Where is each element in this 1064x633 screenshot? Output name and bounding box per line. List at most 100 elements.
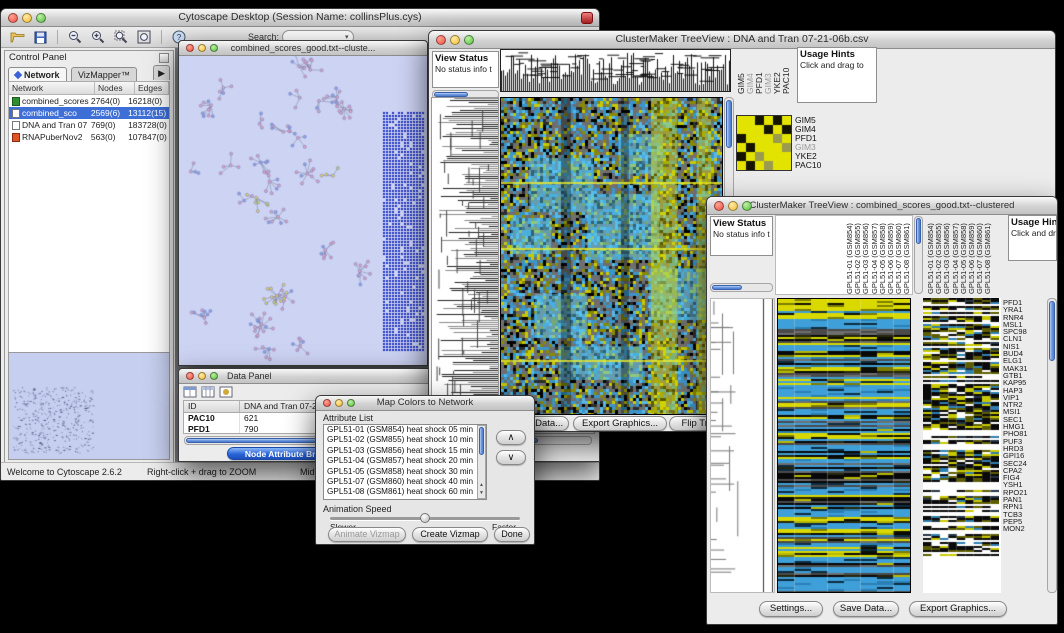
row-dendrogram-canvas[interactable] — [711, 299, 774, 592]
treeview2-vscroll[interactable] — [1047, 298, 1057, 593]
minimize-button[interactable] — [22, 13, 32, 23]
done-button[interactable]: Done — [494, 527, 530, 542]
matrix-col-label[interactable]: PAC10 — [781, 47, 790, 94]
animate-vizmap-button[interactable]: Animate Vizmap — [328, 527, 406, 542]
attribute-list-item[interactable]: GPL51-03 (GSM856) heat shock 15 min — [324, 446, 486, 456]
column-dendrogram[interactable] — [500, 49, 731, 92]
gene-label[interactable]: MSI1 — [1003, 408, 1045, 415]
overview-thumbnail-canvas[interactable] — [9, 353, 170, 459]
col-id[interactable]: ID — [184, 401, 240, 412]
gene-label[interactable]: HAP3 — [1003, 387, 1045, 394]
attribute-list-item[interactable]: GPL51-01 (GSM854) heat shock 05 min — [324, 425, 486, 435]
attribute-list-item[interactable]: GPL51-04 (GSM857) heat shock 20 min — [324, 456, 486, 466]
correlation-matrix[interactable] — [736, 115, 792, 171]
col-edges[interactable]: Edges — [135, 82, 169, 94]
heatmap-canvas[interactable] — [501, 98, 722, 414]
network-row-2-selected[interactable]: combined_sco 2569(6) 13112(15) — [9, 107, 169, 119]
array-column-label[interactable]: GPL51-03 (GSM856) — [942, 216, 950, 294]
col-nodes[interactable]: Nodes — [95, 82, 135, 94]
close-button[interactable] — [323, 399, 331, 407]
attribute-table-icon[interactable] — [183, 386, 197, 398]
column-dendrogram-canvas[interactable] — [501, 50, 730, 91]
gene-label[interactable]: RNR4 — [1003, 314, 1045, 321]
treeview2-mini-hscroll[interactable] — [710, 283, 773, 292]
zoom-selected-icon[interactable] — [111, 29, 131, 46]
animation-speed-slider[interactable] — [330, 517, 520, 520]
select-attributes-icon[interactable] — [201, 386, 215, 398]
selected-heatmap-canvas[interactable] — [923, 298, 999, 591]
gene-label[interactable]: PAN1 — [1003, 496, 1045, 503]
gene-label[interactable]: VIP1 — [1003, 394, 1045, 401]
gene-label[interactable]: BUD4 — [1003, 350, 1045, 357]
array-column-label[interactable]: GPL51-01 (GSM854) — [926, 216, 934, 294]
tab-overflow-button[interactable]: ▶ — [153, 65, 170, 80]
gene-label[interactable]: PUF3 — [1003, 438, 1045, 445]
col-network[interactable]: Network — [9, 82, 95, 94]
zoom-button[interactable] — [347, 399, 355, 407]
gene-label[interactable]: YRA1 — [1003, 306, 1045, 313]
array-column-label[interactable]: GPL51-04 (GSM857) — [870, 216, 878, 294]
move-up-button[interactable]: ∧ — [496, 430, 526, 445]
gene-label[interactable]: FIG4 — [1003, 474, 1045, 481]
close-button[interactable] — [186, 372, 194, 380]
close-button[interactable] — [186, 44, 194, 52]
gene-label[interactable]: PHO81 — [1003, 430, 1045, 437]
zoom-in-icon[interactable] — [88, 29, 108, 46]
gene-label[interactable]: MAK31 — [1003, 365, 1045, 372]
matrix-col-label[interactable]: GIM5 — [736, 47, 745, 94]
zoom-fit-icon[interactable] — [134, 29, 154, 46]
vscroll-thumb[interactable] — [726, 100, 732, 148]
tv2-save-data-button[interactable]: Save Data... — [833, 601, 899, 617]
network-overview-panel[interactable] — [8, 352, 170, 460]
matrix-col-label[interactable]: GIM3 — [763, 47, 772, 94]
matrix-col-label[interactable]: YKE2 — [772, 47, 781, 94]
gene-label[interactable]: GTB1 — [1003, 372, 1045, 379]
minimize-button[interactable] — [335, 399, 343, 407]
attribute-list-item[interactable]: GPL51-02 (GSM855) heat shock 10 min — [324, 435, 486, 445]
gene-label[interactable]: RPO21 — [1003, 489, 1045, 496]
gene-label[interactable]: CLN1 — [1003, 335, 1045, 342]
zoom-button[interactable] — [210, 372, 218, 380]
gene-label[interactable]: SPC98 — [1003, 328, 1045, 335]
row-dendrogram[interactable] — [431, 97, 499, 415]
gene-label[interactable]: SEC1 — [1003, 416, 1045, 423]
network-row-4[interactable]: RNAPuberNov2 563(0) 107847(0) — [9, 131, 169, 143]
attribute-list-vscroll[interactable]: ▲ ▼ — [477, 425, 486, 499]
main-titlebar[interactable]: Cytoscape Desktop (Session Name: collins… — [1, 9, 599, 27]
network-graph-canvas[interactable] — [179, 56, 427, 365]
gene-label[interactable]: MSL1 — [1003, 321, 1045, 328]
scroll-down-arrow[interactable]: ▼ — [478, 490, 485, 498]
tv2-settings-button[interactable]: Settings... — [759, 601, 823, 617]
close-button[interactable] — [714, 201, 724, 211]
array-column-label[interactable]: GPL51-05 (GSM858) — [878, 216, 886, 294]
array-column-label[interactable]: GPL51-06 (GSM859) — [967, 216, 975, 294]
gene-label[interactable]: HRD3 — [1003, 445, 1045, 452]
heatmap-main[interactable] — [500, 97, 723, 415]
gene-label[interactable]: PFD1 — [1003, 299, 1045, 306]
array-column-label[interactable]: GPL51-06 (GSM859) — [886, 216, 894, 294]
array-column-label[interactable]: GPL51-03 (GSM856) — [861, 216, 869, 294]
array-column-label[interactable]: GPL51-08 (GSM861) — [983, 216, 991, 294]
gene-label[interactable]: SEC24 — [1003, 460, 1045, 467]
vscroll-thumb[interactable] — [479, 427, 484, 455]
row-dendrogram[interactable] — [710, 298, 775, 593]
slider-thumb[interactable] — [420, 513, 430, 523]
move-down-button[interactable]: ∨ — [496, 450, 526, 465]
gene-label[interactable]: TCB3 — [1003, 511, 1045, 518]
heatmap-main[interactable] — [777, 298, 911, 593]
vscroll-thumb[interactable] — [1049, 301, 1055, 361]
gene-label[interactable]: NTR2 — [1003, 401, 1045, 408]
zoom-button[interactable] — [464, 35, 474, 45]
create-vizmap-button[interactable]: Create Vizmap — [412, 527, 488, 542]
row-dendrogram-canvas[interactable] — [432, 98, 498, 414]
matrix-col-label[interactable]: PFD1 — [754, 47, 763, 94]
function-builder-icon[interactable] — [219, 386, 233, 398]
correlation-matrix-canvas[interactable] — [737, 116, 791, 170]
gene-label[interactable]: NIS1 — [1003, 343, 1045, 350]
vscroll-thumb[interactable] — [916, 218, 921, 244]
array-column-label[interactable]: GPL51-04 (GSM857) — [951, 216, 959, 294]
tv1-export-graphics-button[interactable]: Export Graphics... — [573, 416, 667, 431]
gene-label[interactable]: PEP5 — [1003, 518, 1045, 525]
gene-label[interactable]: HMG1 — [1003, 423, 1045, 430]
zoom-button[interactable] — [36, 13, 46, 23]
